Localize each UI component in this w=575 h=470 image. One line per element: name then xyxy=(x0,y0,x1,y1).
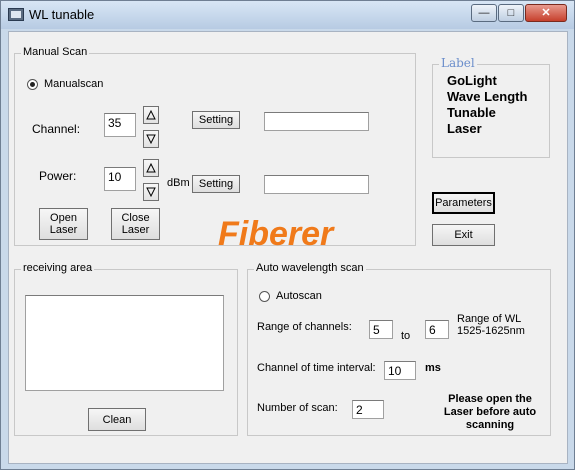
range-from-input[interactable]: 5 xyxy=(369,320,393,339)
minimize-icon: — xyxy=(478,7,490,19)
triangle-up-icon xyxy=(146,109,156,120)
maximize-icon: □ xyxy=(507,7,515,19)
autoscan-radio-label: Autoscan xyxy=(276,290,322,302)
range-to-input[interactable]: 6 xyxy=(425,320,449,339)
manual-scan-group-label: Manual Scan xyxy=(21,46,90,58)
channel-output-field[interactable] xyxy=(264,112,369,131)
auto-scan-group-label: Auto wavelength scan xyxy=(254,262,366,274)
range-of-channels-label: Range of channels: xyxy=(257,321,352,333)
power-up-button[interactable] xyxy=(143,159,159,177)
range-to-label: to xyxy=(401,330,411,342)
autoscan-warning-line: Laser before auto xyxy=(443,406,537,418)
channel-down-button[interactable] xyxy=(143,130,159,148)
maximize-button[interactable]: □ xyxy=(498,4,524,22)
receiving-area-group-label: receiving area xyxy=(21,262,95,274)
autoscan-warning-line: Please open the xyxy=(448,393,532,405)
label-box: Label GoLight Wave Length Tunable Laser xyxy=(432,56,550,158)
power-input[interactable]: 10 xyxy=(104,167,136,191)
number-of-scan-label: Number of scan: xyxy=(257,402,338,414)
clean-button[interactable]: Clean xyxy=(88,408,146,431)
triangle-up-icon xyxy=(146,162,156,173)
label-line: GoLight xyxy=(447,73,497,88)
channel-label: Channel: xyxy=(32,122,81,136)
channel-up-button[interactable] xyxy=(143,106,159,124)
label-box-text: GoLight Wave Length Tunable Laser xyxy=(447,73,527,137)
manualscan-radio-label: Manualscan xyxy=(44,78,104,90)
triangle-down-icon xyxy=(146,134,156,145)
power-unit-label: dBm xyxy=(167,177,190,189)
channel-setting-button[interactable]: Setting xyxy=(192,111,240,129)
watermark-logo: Fiberer xyxy=(218,215,334,253)
time-interval-input[interactable]: 10 xyxy=(384,361,416,380)
title-bar[interactable]: WL tunable — □ ✕ xyxy=(1,1,574,29)
open-laser-button[interactable]: Open Laser xyxy=(39,208,88,240)
close-laser-button[interactable]: Close Laser xyxy=(111,208,160,240)
power-down-button[interactable] xyxy=(143,183,159,201)
parameters-button[interactable]: Parameters xyxy=(432,192,495,214)
label-line: Tunable xyxy=(447,105,496,120)
power-output-field[interactable] xyxy=(264,175,369,194)
number-of-scan-input[interactable]: 2 xyxy=(352,400,384,419)
autoscan-radio[interactable] xyxy=(259,291,270,302)
exit-button[interactable]: Exit xyxy=(432,224,495,246)
close-button[interactable]: ✕ xyxy=(525,4,567,22)
receiving-area-group: receiving area Clean xyxy=(14,262,238,436)
autoscan-warning-line: scanning xyxy=(465,419,515,431)
minimize-button[interactable]: — xyxy=(471,4,497,22)
window-title: WL tunable xyxy=(29,7,95,22)
wl-range-value: 1525-1625nm xyxy=(457,325,525,337)
auto-scan-group: Auto wavelength scan Autoscan Range of c… xyxy=(247,262,551,436)
manual-scan-group: Manual Scan Manualscan Channel: 35 Setti… xyxy=(14,46,416,246)
app-window: WL tunable — □ ✕ Manual Scan Manualscan … xyxy=(0,0,575,470)
client-area: Manual Scan Manualscan Channel: 35 Setti… xyxy=(8,31,568,464)
manualscan-radio[interactable] xyxy=(27,79,38,90)
label-line: Laser xyxy=(447,121,482,136)
autoscan-warning: Please open the Laser before auto scanni… xyxy=(438,393,542,432)
power-setting-button[interactable]: Setting xyxy=(192,175,240,193)
time-interval-unit: ms xyxy=(425,362,441,374)
close-icon: ✕ xyxy=(541,7,551,19)
wl-range-label: Range of WL xyxy=(457,313,522,325)
channel-input[interactable]: 35 xyxy=(104,113,136,137)
receiving-area-textbox[interactable] xyxy=(25,295,224,391)
label-box-title: Label xyxy=(439,56,477,70)
power-label: Power: xyxy=(39,169,77,183)
label-line: Wave Length xyxy=(447,89,528,104)
app-icon xyxy=(8,8,24,21)
triangle-down-icon xyxy=(146,187,156,198)
time-interval-label: Channel of time interval: xyxy=(257,362,376,374)
